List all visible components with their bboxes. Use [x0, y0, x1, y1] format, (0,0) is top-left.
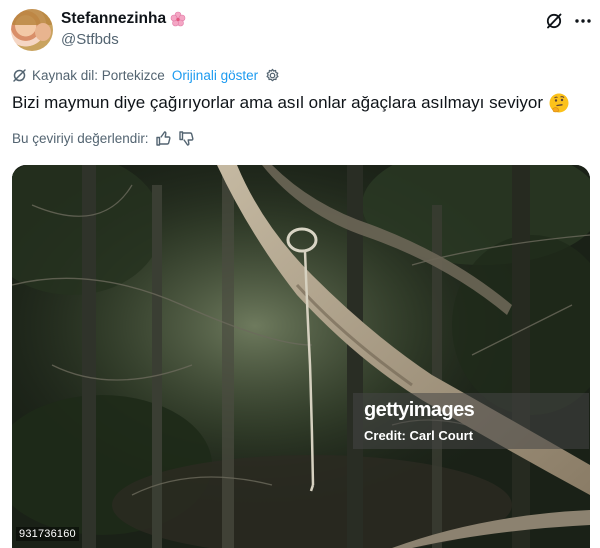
forest-scene	[12, 165, 590, 548]
photo-credit: Credit: Carl Court	[364, 428, 474, 443]
getty-watermark: gettyimages Credit: Carl Court	[353, 393, 589, 449]
thumbs-up-icon[interactable]	[155, 130, 172, 147]
avatar-hair	[11, 9, 53, 25]
avatar-face	[35, 23, 51, 41]
thumbs-down-icon[interactable]	[178, 130, 195, 147]
show-original-link[interactable]: Orijinali göster	[172, 68, 258, 83]
translate-icon	[13, 69, 26, 82]
tweet-body: Bizi maymun diye çağırıyorlar ama asıl o…	[12, 93, 543, 112]
source-language: Kaynak dil: Portekizce	[32, 68, 165, 83]
image-id: 931736160	[16, 527, 79, 541]
rate-label: Bu çeviriyi değerlendir:	[12, 131, 149, 146]
more-icon[interactable]	[574, 12, 592, 30]
author-handle[interactable]: @Stfbds	[61, 31, 119, 48]
thinking-face-icon	[549, 93, 569, 113]
author-name-text: Stefannezinha	[61, 10, 167, 27]
getty-logo: gettyimages	[364, 399, 475, 421]
gear-icon[interactable]	[265, 68, 280, 83]
rate-translation: Bu çeviriyi değerlendir:	[12, 130, 195, 147]
cherry-blossom-icon	[170, 11, 186, 27]
tweet-photo[interactable]: gettyimages Credit: Carl Court 931736160	[12, 165, 590, 548]
translation-info: Kaynak dil: Portekizce Orijinali göster	[12, 68, 280, 83]
grok-icon[interactable]	[545, 12, 563, 30]
tweet-text: Bizi maymun diye çağırıyorlar ama asıl o…	[12, 91, 570, 115]
author-display-name[interactable]: Stefannezinha	[61, 10, 186, 28]
avatar[interactable]	[11, 9, 53, 51]
